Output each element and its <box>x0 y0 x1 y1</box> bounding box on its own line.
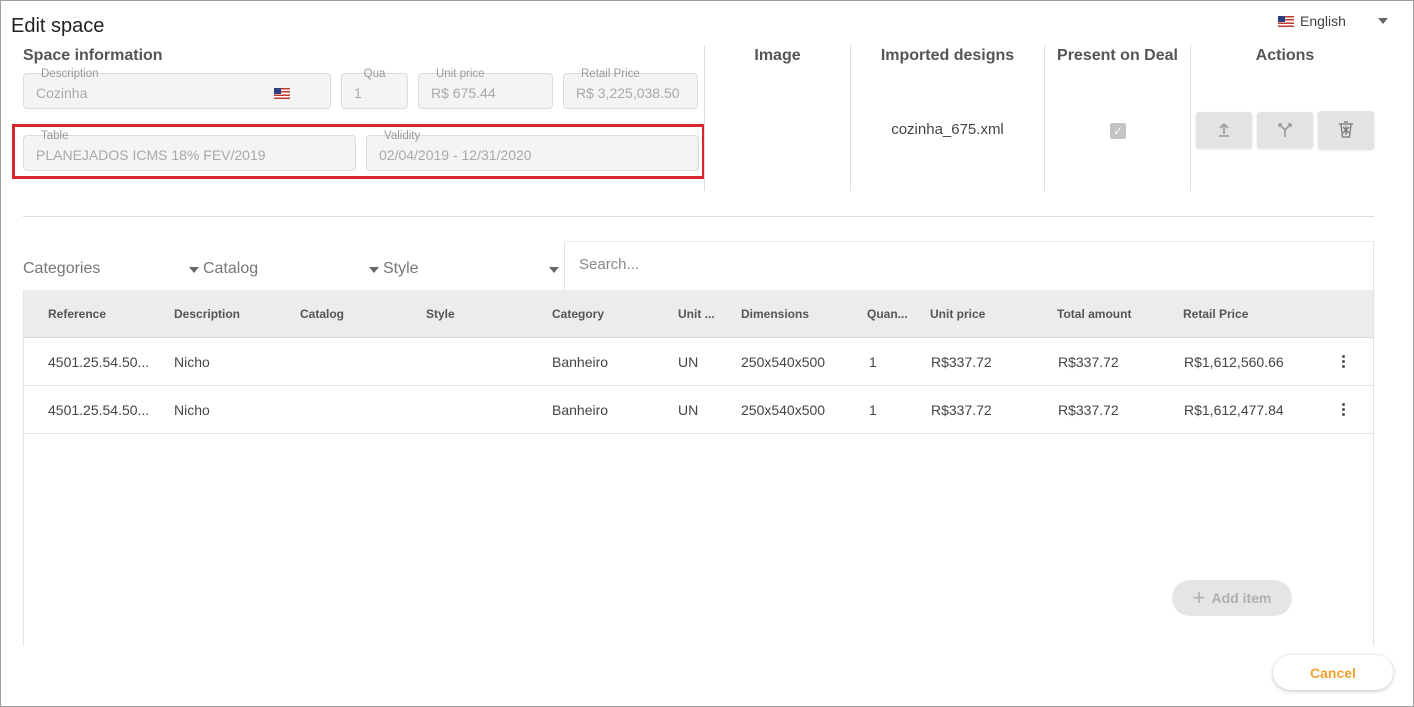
items-table: Reference Description Catalog Style Cate… <box>23 290 1374 646</box>
retail-price-value: R$ 3,225,038.50 <box>576 85 680 101</box>
search-input[interactable] <box>579 256 1339 273</box>
cell-quantity: 1 <box>869 354 877 370</box>
plus-icon: + <box>1192 585 1206 610</box>
column-divider <box>704 45 705 191</box>
cell-unit-price: R$337.72 <box>931 402 992 418</box>
imported-design-file[interactable]: cozinha_675.xml <box>851 121 1044 138</box>
table-row[interactable]: 4501.25.54.50... Nicho Banheiro UN 250x5… <box>24 338 1373 386</box>
quantity-field[interactable]: Qua 1 <box>341 68 408 109</box>
dialog-title: Edit space <box>11 15 105 37</box>
cell-description: Nicho <box>174 402 210 418</box>
chevron-down-icon[interactable] <box>369 267 379 273</box>
quantity-label: Qua <box>363 68 386 80</box>
cell-total-amount: R$337.72 <box>1058 354 1119 370</box>
header-total-amount[interactable]: Total amount <box>1057 307 1131 321</box>
actions-heading: Actions <box>1255 47 1315 64</box>
unit-price-label: Unit price <box>436 68 485 80</box>
column-divider <box>1190 45 1191 191</box>
upload-button[interactable] <box>1196 112 1252 148</box>
cell-retail-price: R$1,612,477.84 <box>1184 402 1284 418</box>
retail-price-label: Retail Price <box>581 68 640 80</box>
cell-reference: 4501.25.54.50... <box>48 354 150 370</box>
highlight-box <box>12 124 705 179</box>
header-description[interactable]: Description <box>174 307 240 321</box>
cell-total-amount: R$337.72 <box>1058 402 1119 418</box>
header-retail-price[interactable]: Retail Price <box>1183 307 1248 321</box>
header-style[interactable]: Style <box>426 307 455 321</box>
trash-icon <box>1339 121 1353 138</box>
add-item-label: Add item <box>1211 590 1272 606</box>
header-catalog[interactable]: Catalog <box>300 307 344 321</box>
unit-price-value: R$ 675.44 <box>431 85 496 101</box>
header-unit[interactable]: Unit ... <box>678 307 715 321</box>
column-divider <box>850 45 851 191</box>
chevron-down-icon[interactable] <box>1378 18 1388 24</box>
cell-description: Nicho <box>174 354 210 370</box>
cell-unit: UN <box>678 402 699 418</box>
categories-filter[interactable]: Categories <box>23 260 100 278</box>
cell-dimensions: 250x540x500 <box>741 354 826 370</box>
cell-unit-price: R$337.72 <box>931 354 992 370</box>
column-divider <box>1044 45 1045 191</box>
cell-reference: 4501.25.54.50... <box>48 402 150 418</box>
header-category[interactable]: Category <box>552 307 604 321</box>
header-unit-price[interactable]: Unit price <box>930 307 985 321</box>
description-field[interactable]: Description Cozinha <box>23 68 331 109</box>
cell-dimensions: 250x540x500 <box>741 402 826 418</box>
retail-price-field[interactable]: Retail Price R$ 3,225,038.50 <box>563 68 698 109</box>
language-label: English <box>1300 13 1346 29</box>
header-dimensions[interactable]: Dimensions <box>741 307 809 321</box>
cell-unit: UN <box>678 354 699 370</box>
cell-quantity: 1 <box>869 402 877 418</box>
space-information-heading: Space information <box>23 47 163 64</box>
quantity-value: 1 <box>354 85 362 101</box>
chevron-down-icon[interactable] <box>549 267 559 273</box>
delete-button[interactable] <box>1318 111 1374 149</box>
image-heading: Image <box>754 47 801 64</box>
table-header: Reference Description Catalog Style Cate… <box>24 290 1373 338</box>
us-flag-icon <box>274 88 290 99</box>
table-row[interactable]: 4501.25.54.50... Nicho Banheiro UN 250x5… <box>24 386 1373 434</box>
imported-designs-heading: Imported designs <box>880 47 1015 64</box>
header-reference[interactable]: Reference <box>48 307 106 321</box>
header-quantity[interactable]: Quan... <box>867 307 908 321</box>
us-flag-icon <box>1278 15 1294 27</box>
present-on-deal-checkbox[interactable]: ✓ <box>1110 123 1126 139</box>
language-selector[interactable]: English <box>1278 13 1346 29</box>
section-divider <box>23 216 1374 217</box>
cell-category: Banheiro <box>552 354 609 370</box>
cancel-button[interactable]: Cancel <box>1273 655 1393 690</box>
merge-icon <box>1278 123 1292 137</box>
description-label: Description <box>41 68 99 80</box>
unit-price-field[interactable]: Unit price R$ 675.44 <box>418 68 553 109</box>
more-vert-icon[interactable] <box>1342 355 1346 368</box>
chevron-down-icon[interactable] <box>189 267 199 273</box>
present-on-deal-heading: Present on Deal <box>1057 47 1178 64</box>
cell-retail-price: R$1,612,560.66 <box>1184 354 1284 370</box>
style-filter[interactable]: Style <box>383 260 419 278</box>
search-box[interactable] <box>564 241 1374 290</box>
cell-category: Banheiro <box>552 402 609 418</box>
add-item-button[interactable]: + Add item <box>1172 580 1292 616</box>
merge-button[interactable] <box>1257 112 1313 148</box>
catalog-filter[interactable]: Catalog <box>203 260 258 278</box>
description-value: Cozinha <box>36 85 88 101</box>
upload-icon <box>1219 123 1229 137</box>
more-vert-icon[interactable] <box>1342 403 1346 416</box>
